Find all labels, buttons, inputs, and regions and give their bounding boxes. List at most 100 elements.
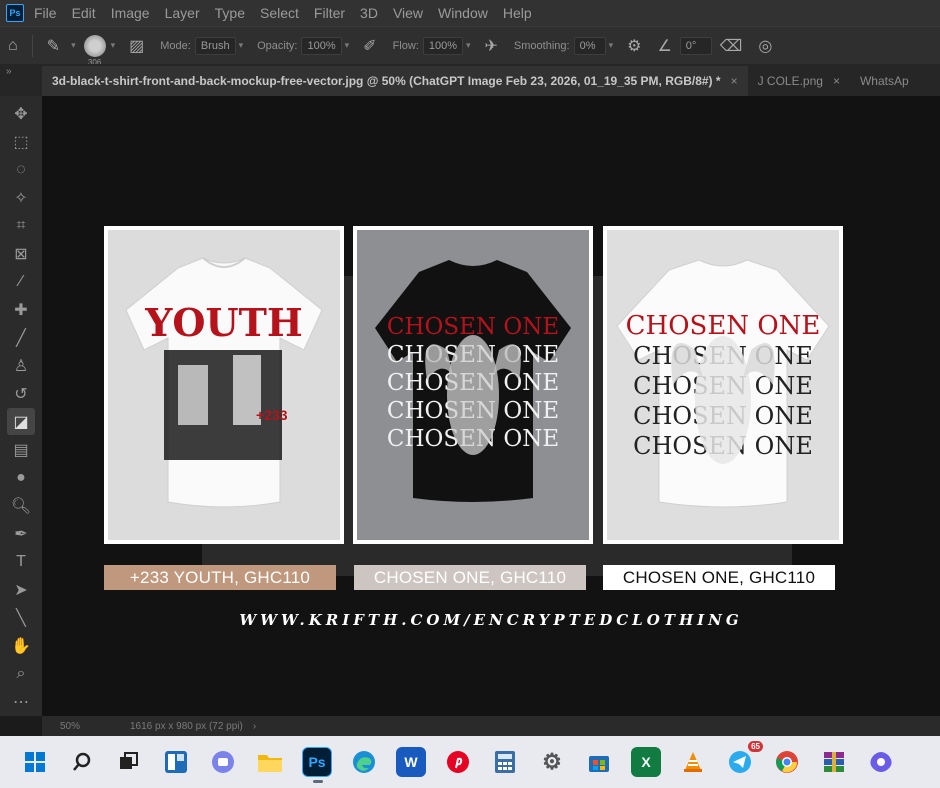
tab-mockup-document[interactable]: 3d-black-t-shirt-front-and-back-mockup-f… — [42, 66, 748, 96]
file-explorer-icon[interactable] — [255, 747, 285, 777]
product-image: CHOSEN ONE CHOSEN ONE CHOSEN ONE CHOSEN … — [607, 230, 839, 540]
zoom-tool-icon[interactable]: ⌕ — [7, 660, 35, 687]
chevron-down-icon[interactable]: ▾ — [239, 40, 244, 51]
tab-label: 3d-black-t-shirt-front-and-back-mockup-f… — [52, 74, 721, 88]
tab-whatsapp[interactable]: WhatsAp — [850, 66, 919, 96]
menu-3d[interactable]: 3D — [360, 5, 378, 21]
gear-icon[interactable]: ⚙ — [627, 36, 641, 56]
collapse-panels-icon[interactable]: » — [0, 64, 42, 96]
photoshop-logo-icon[interactable]: Ps — [6, 4, 24, 22]
path-selection-tool-icon[interactable]: ➤ — [7, 576, 35, 603]
clone-stamp-tool-icon[interactable]: ♙ — [7, 352, 35, 379]
winrar-icon[interactable] — [819, 747, 849, 777]
canvas-area[interactable]: YOUTH +233 CHOSEN ONE CHOSEN ONE CHOSEN … — [42, 96, 940, 716]
tab-label: J COLE.png — [757, 74, 823, 88]
search-icon[interactable] — [67, 747, 97, 777]
menu-image[interactable]: Image — [111, 5, 150, 21]
more-tools-icon[interactable]: ⋯ — [7, 688, 35, 715]
frame-tool-icon[interactable]: ⊠ — [7, 240, 35, 267]
copilot-icon[interactable] — [866, 747, 896, 777]
healing-brush-tool-icon[interactable]: ✚ — [7, 296, 35, 323]
menu-file[interactable]: File — [34, 5, 57, 21]
edge-icon[interactable] — [349, 747, 379, 777]
menu-layer[interactable]: Layer — [165, 5, 200, 21]
flow-label: Flow: — [392, 39, 419, 52]
crop-tool-icon[interactable]: ⌗ — [7, 212, 35, 239]
menu-select[interactable]: Select — [260, 5, 299, 21]
product-image: YOUTH +233 — [108, 230, 340, 540]
dodge-tool-icon[interactable]: 🔍︎ — [7, 492, 35, 519]
menu-bar: Ps File Edit Image Layer Type Select Fil… — [0, 0, 940, 26]
brush-settings-icon[interactable]: ▨ — [129, 36, 144, 56]
document-tab-bar: » 3d-black-t-shirt-front-and-back-mockup… — [0, 64, 940, 96]
windows-start-icon[interactable] — [20, 747, 50, 777]
chevron-down-icon[interactable]: ▾ — [111, 40, 116, 51]
pressure-size-icon[interactable]: ◎ — [758, 36, 772, 56]
calculator-icon[interactable] — [490, 747, 520, 777]
chrome-icon[interactable] — [772, 747, 802, 777]
telegram-icon[interactable]: 65 — [725, 741, 763, 777]
vlc-icon[interactable] — [678, 747, 708, 777]
divider — [31, 34, 33, 57]
smoothing-field[interactable]: 0% — [573, 36, 606, 55]
menu-window[interactable]: Window — [438, 5, 488, 21]
menu-help[interactable]: Help — [503, 5, 532, 21]
menu-filter[interactable]: Filter — [314, 5, 345, 21]
hand-tool-icon[interactable]: ✋ — [7, 632, 35, 659]
zoom-level[interactable]: 50% — [60, 721, 130, 732]
brush-tool-icon[interactable]: ╱ — [7, 324, 35, 351]
home-icon[interactable]: ⌂ — [8, 37, 18, 55]
options-bar: ⌂ ✎ ▾ 306 ▾ ▨ Mode: Brush ▾ Opacity: 100… — [0, 26, 940, 67]
product-card-chosen-one-black: CHOSEN ONE CHOSEN ONE CHOSEN ONE CHOSEN … — [353, 226, 593, 544]
task-view-icon[interactable] — [114, 747, 144, 777]
marquee-tool-icon[interactable]: ⬚ — [7, 128, 35, 155]
eraser-tool-icon[interactable]: ◪ — [7, 408, 35, 435]
website-url-text: WWW.KRIFTH.COM/ENCRYPTEDCLOTHING — [239, 611, 743, 629]
opacity-field[interactable]: 100% — [301, 36, 342, 55]
blur-tool-icon[interactable]: ● — [7, 464, 35, 491]
settings-icon[interactable]: ⚙ — [537, 747, 567, 777]
document-dimensions: 1616 px x 980 px (72 ppi) — [130, 720, 243, 732]
mode-select[interactable]: Brush — [194, 36, 236, 55]
erase-to-history-icon[interactable]: ⌫ — [720, 36, 743, 56]
widgets-icon[interactable] — [161, 747, 191, 777]
close-icon[interactable]: × — [731, 74, 738, 88]
pinterest-icon[interactable] — [443, 747, 473, 777]
chevron-down-icon[interactable]: ▾ — [71, 40, 76, 51]
word-icon[interactable]: W — [396, 747, 426, 777]
photoshop-icon[interactable]: Ps — [302, 747, 332, 783]
product-card-chosen-one-white: CHOSEN ONE CHOSEN ONE CHOSEN ONE CHOSEN … — [603, 226, 843, 544]
menu-type[interactable]: Type — [215, 5, 245, 21]
menu-view[interactable]: View — [393, 5, 423, 21]
history-brush-tool-icon[interactable]: ↺ — [7, 380, 35, 407]
eraser-tool-preset-icon[interactable]: ✎ — [47, 36, 60, 56]
chevron-down-icon[interactable]: ▾ — [609, 40, 614, 51]
chevron-down-icon[interactable]: ▾ — [466, 40, 471, 51]
mode-label: Mode: — [160, 39, 191, 52]
chevron-down-icon[interactable]: ▾ — [345, 40, 350, 51]
line-tool-icon[interactable]: ╲ — [7, 604, 35, 631]
price-label-chosen-one-white: CHOSEN ONE, GHC110 — [603, 565, 835, 590]
airbrush-icon[interactable]: ✈ — [485, 36, 498, 56]
eyedropper-tool-icon[interactable]: ⁄ — [7, 268, 35, 295]
chevron-right-icon[interactable]: › — [253, 721, 256, 732]
brush-preset-picker[interactable]: 306 — [83, 34, 106, 67]
gradient-tool-icon[interactable]: ▤ — [7, 436, 35, 463]
tab-label: WhatsAp — [859, 74, 909, 88]
type-tool-icon[interactable]: T — [7, 548, 35, 575]
tab-j-cole[interactable]: J COLE.png × — [748, 66, 850, 96]
status-bar: 50% 1616 px x 980 px (72 ppi) › — [42, 716, 940, 736]
lasso-tool-icon[interactable]: ◌ — [7, 156, 35, 183]
store-icon[interactable] — [584, 747, 614, 777]
pressure-opacity-icon[interactable]: ✐ — [363, 36, 376, 56]
teams-icon[interactable] — [208, 747, 238, 777]
close-icon[interactable]: × — [833, 74, 840, 88]
angle-field[interactable]: 0° — [679, 36, 712, 55]
windows-taskbar: Ps W ⚙ X 65 — [0, 736, 940, 788]
move-tool-icon[interactable]: ✥ — [7, 100, 35, 127]
flow-field[interactable]: 100% — [422, 36, 463, 55]
menu-edit[interactable]: Edit — [72, 5, 96, 21]
excel-icon[interactable]: X — [631, 747, 661, 777]
pen-tool-icon[interactable]: ✒ — [7, 520, 35, 547]
quick-select-tool-icon[interactable]: ✧ — [7, 184, 35, 211]
